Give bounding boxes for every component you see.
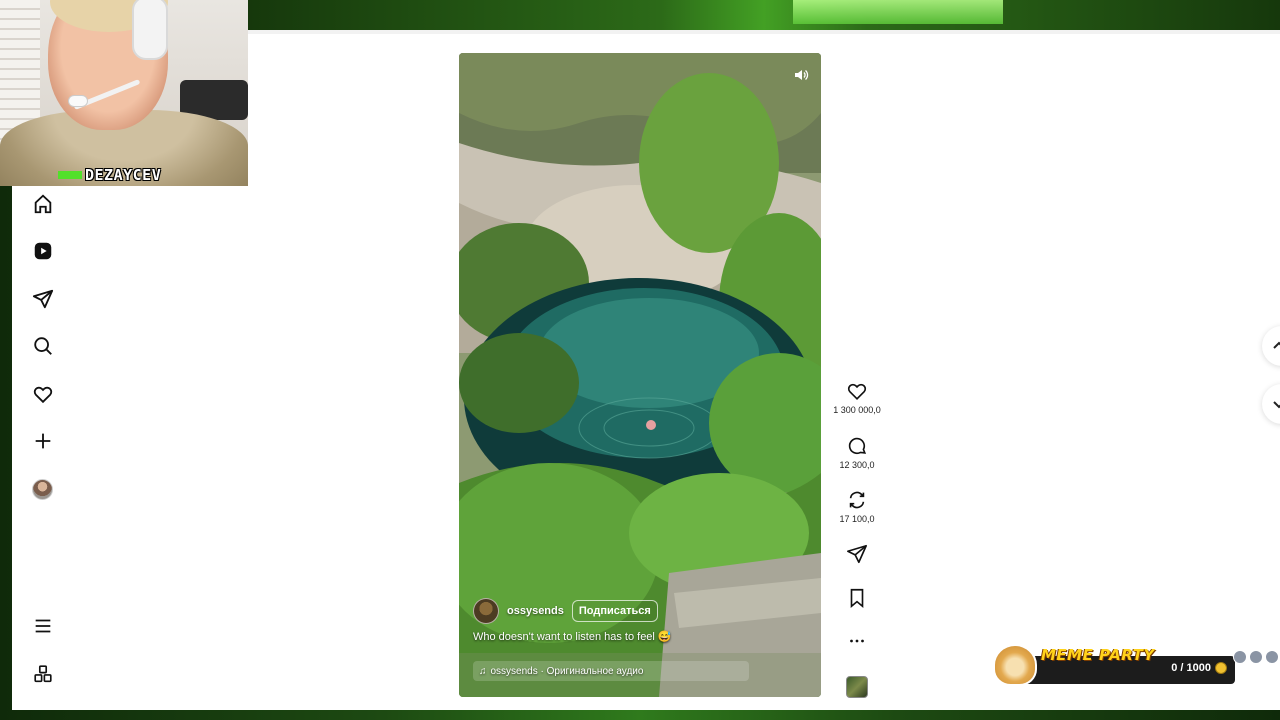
- previous-reel-button[interactable]: [1262, 326, 1280, 366]
- audio-thumbnail[interactable]: [846, 676, 868, 698]
- menu-icon[interactable]: [31, 614, 55, 638]
- comment-action[interactable]: 12 300,0: [830, 435, 884, 470]
- repost-count: 17 100,0: [839, 514, 875, 524]
- home-icon[interactable]: [31, 192, 55, 216]
- follow-button[interactable]: Подписаться: [571, 600, 658, 622]
- top-green-strip: [248, 0, 1280, 30]
- viewer-avatar: [1265, 650, 1279, 664]
- bookmark-icon[interactable]: [846, 587, 868, 609]
- meme-party-title: MEME PARTY: [1041, 646, 1155, 664]
- comment-icon[interactable]: [846, 435, 868, 457]
- streamer-webcam: DEZAYCEV: [0, 0, 248, 186]
- save-action[interactable]: [830, 587, 884, 609]
- meme-party-widget: MEME PARTY 0 / 1000: [993, 640, 1245, 688]
- reel-caption: Who doesn't want to listen has to feel 😅: [473, 631, 672, 643]
- audio-label: ossysends · Оригинальное аудио: [490, 665, 644, 677]
- notifications-icon[interactable]: [31, 382, 55, 406]
- name-tag-accent: [58, 171, 82, 179]
- next-reel-button[interactable]: [1262, 384, 1280, 424]
- author-avatar[interactable]: [473, 598, 499, 624]
- volume-icon[interactable]: [793, 67, 809, 83]
- messages-icon[interactable]: [31, 287, 55, 311]
- reel-author-row: ossysends Подписаться: [473, 598, 658, 624]
- meme-party-progress-text: 0 / 1000: [1171, 662, 1211, 674]
- music-note-icon: ♫: [479, 665, 487, 677]
- more-apps-icon[interactable]: [31, 662, 55, 686]
- coin-icon: [1215, 662, 1227, 674]
- streamer-name: DEZAYCEV: [85, 166, 162, 184]
- meme-party-progress: 0 / 1000: [1171, 662, 1227, 674]
- comment-count: 12 300,0: [839, 460, 875, 470]
- viewer-avatars: [1233, 650, 1279, 664]
- viewer-avatar: [1233, 650, 1247, 664]
- share-icon[interactable]: [846, 543, 868, 565]
- repost-icon[interactable]: [846, 489, 868, 511]
- streamer-name-tag: DEZAYCEV: [58, 166, 161, 184]
- reel-video[interactable]: ossysends Подписаться Who doesn't want t…: [459, 53, 821, 697]
- create-icon[interactable]: [31, 429, 55, 453]
- repost-action[interactable]: 17 100,0: [830, 489, 884, 524]
- more-dots-icon[interactable]: [846, 630, 868, 652]
- reels-icon[interactable]: [31, 239, 55, 263]
- audio-info[interactable]: ♫ ossysends · Оригинальное аудио: [473, 661, 749, 681]
- author-username[interactable]: ossysends: [507, 605, 564, 617]
- like-count: 1 300 000,0: [833, 405, 881, 415]
- search-icon[interactable]: [31, 334, 55, 358]
- more-options-action[interactable]: [830, 630, 884, 652]
- viewer-avatar: [1249, 650, 1263, 664]
- heart-icon[interactable]: [846, 380, 868, 402]
- profile-avatar[interactable]: [32, 479, 53, 500]
- doge-icon: [993, 644, 1037, 686]
- like-action[interactable]: 1 300 000,0: [830, 380, 884, 415]
- chevron-down-icon: [1273, 401, 1280, 409]
- chevron-up-icon: [1273, 341, 1280, 349]
- share-action[interactable]: [830, 543, 884, 565]
